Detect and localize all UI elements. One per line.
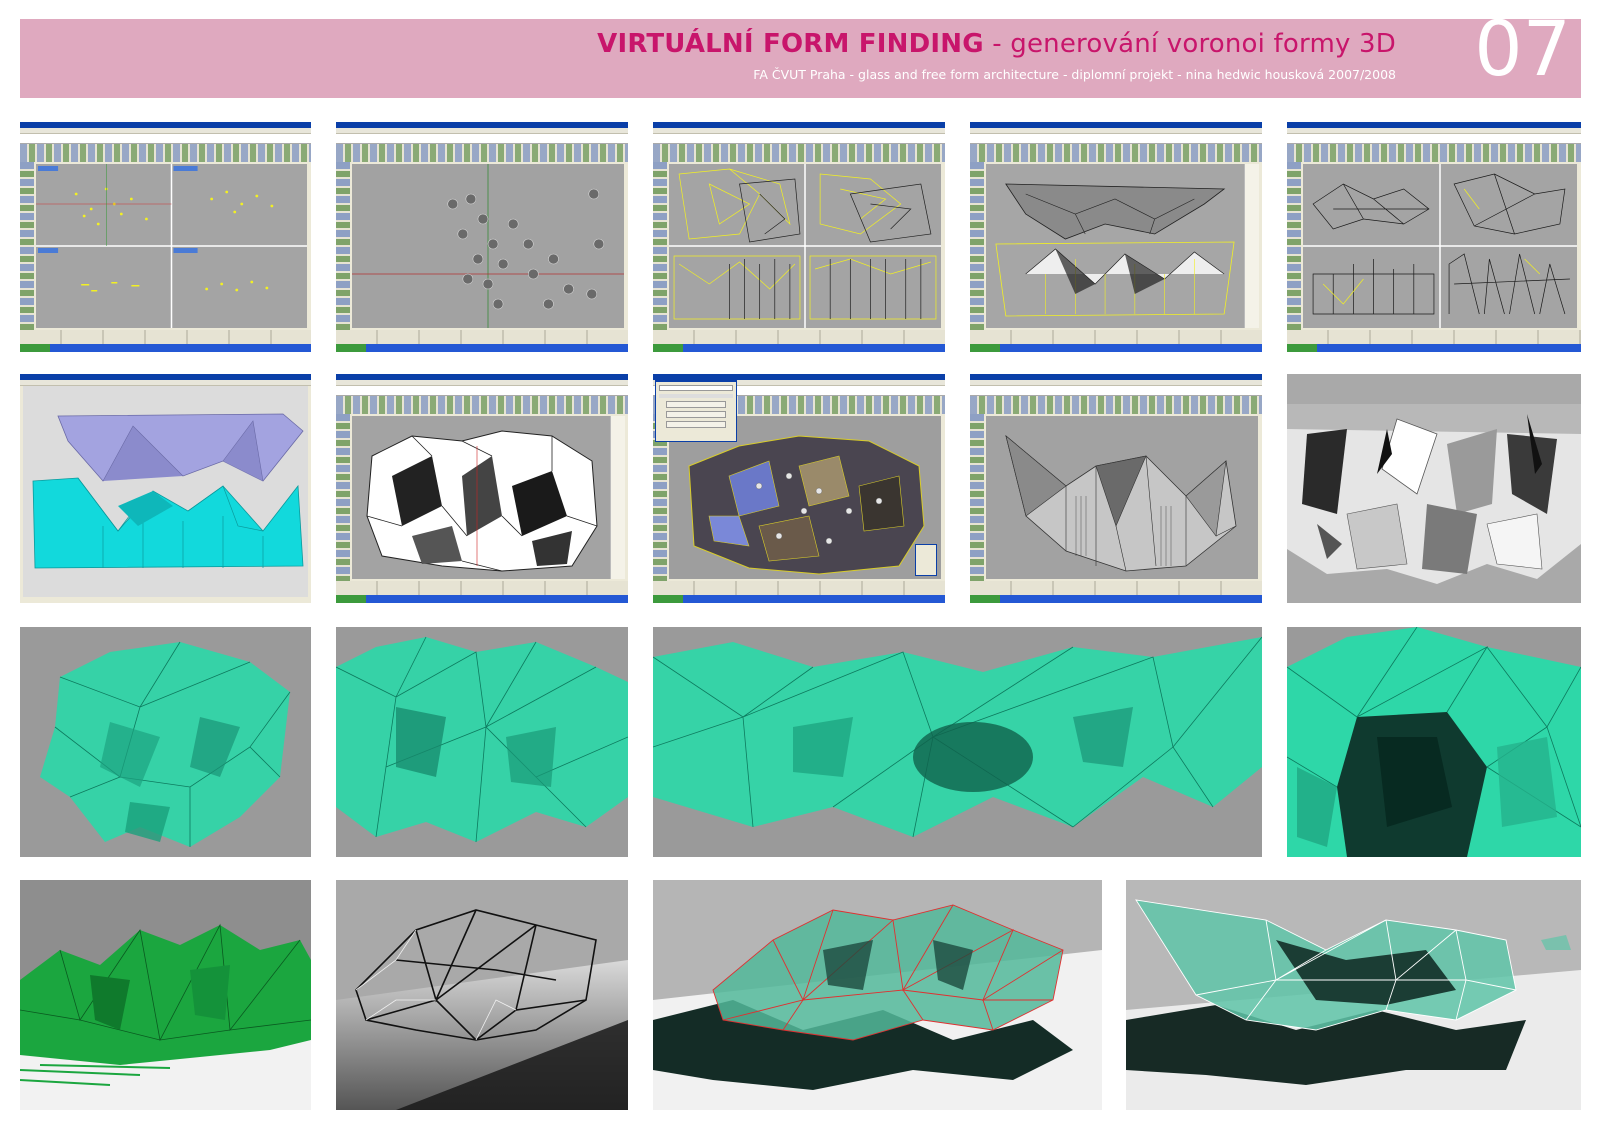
screenshot-points-4view: [20, 122, 311, 352]
screenshot-voronoi-perspective: [970, 122, 1262, 352]
render-teal-1: [20, 627, 311, 857]
render-teal-white-edges: [1126, 880, 1581, 1110]
page-title: VIRTUÁLNÍ FORM FINDING - generování voro…: [597, 29, 1396, 59]
render-teal-red-edges: [653, 880, 1102, 1110]
render-teal-wide: [653, 627, 1262, 857]
render-wireframe-black: [336, 880, 628, 1110]
render-teal-cave: [1287, 627, 1581, 857]
title-main: VIRTUÁLNÍ FORM FINDING: [597, 29, 984, 59]
page-subtitle: FA ČVUT Praha - glass and free form arch…: [753, 67, 1396, 82]
render-green-ground: [20, 880, 311, 1110]
title-rest: - generování voronoi formy 3D: [983, 29, 1396, 59]
page-number: 07: [1474, 4, 1571, 93]
screenshot-voronoi-grey-perspective: [970, 374, 1262, 603]
screenshot-render-purple-cyan: [20, 374, 311, 603]
screenshot-spheres-top: [336, 122, 628, 352]
screenshot-voronoi-wireframe-4view: [1287, 122, 1581, 352]
render-teal-2: [336, 627, 628, 857]
screenshot-voronoi-dialog-colored: [653, 374, 945, 603]
screenshot-voronoi-shaded-bw: [336, 374, 628, 603]
screenshot-voronoi-yellow-4view: [653, 122, 945, 352]
header-banner: VIRTUÁLNÍ FORM FINDING - generování voro…: [20, 11, 1581, 98]
render-voronoi-bw-closeup: [1287, 374, 1581, 603]
